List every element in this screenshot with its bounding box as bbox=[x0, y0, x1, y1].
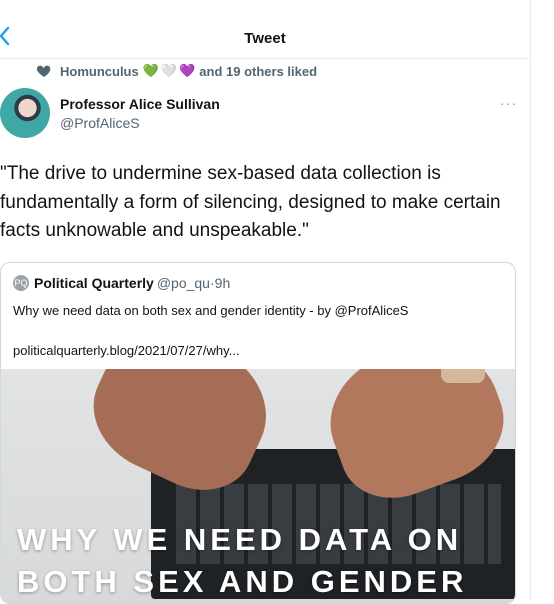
more-options-icon[interactable]: ··· bbox=[500, 95, 517, 111]
purple-heart-emoji: 💜 bbox=[179, 63, 196, 78]
quoted-tweet-card[interactable]: PQ Political Quarterly @po_qu · 9h Why w… bbox=[0, 262, 516, 604]
quoted-author-name: Political Quarterly bbox=[34, 275, 154, 291]
top-bar: Tweet bbox=[0, 0, 530, 59]
image-headline: WHY WE NEED DATA ON BOTH SEX AND GENDER bbox=[17, 519, 467, 603]
liked-others-text: and 19 others liked bbox=[199, 63, 318, 79]
tweet-text: "The drive to undermine sex-based data c… bbox=[0, 163, 501, 241]
heart-icon bbox=[36, 65, 51, 77]
social-context[interactable]: Homunculus 💚 🤍 💜 and 19 others liked bbox=[36, 62, 317, 80]
author-name[interactable]: Professor Alice Sullivan bbox=[60, 96, 220, 112]
image-headline-line-2: BOTH SEX AND GENDER bbox=[17, 564, 468, 599]
watch-illustration bbox=[441, 369, 485, 383]
quoted-header: PQ Political Quarterly @po_qu · 9h bbox=[13, 275, 230, 291]
quoted-author-handle: @po_qu bbox=[156, 275, 210, 291]
quoted-link[interactable]: politicalquarterly.blog/2021/07/27/why..… bbox=[13, 343, 239, 358]
right-column-divider bbox=[530, 0, 531, 600]
avatar[interactable] bbox=[0, 88, 50, 138]
quoted-text: Why we need data on both sex and gender … bbox=[13, 303, 409, 318]
green-heart-emoji: 💚 bbox=[142, 63, 159, 78]
quoted-logo-icon: PQ bbox=[13, 275, 29, 291]
image-headline-line-1: WHY WE NEED DATA ON bbox=[17, 522, 463, 557]
quoted-timestamp: 9h bbox=[214, 275, 231, 291]
white-heart-emoji: 🤍 bbox=[160, 63, 178, 78]
author-handle[interactable]: @ProfAliceS bbox=[60, 115, 140, 131]
liker-name: Homunculus bbox=[60, 63, 139, 79]
quoted-image[interactable]: WHY WE NEED DATA ON BOTH SEX AND GENDER bbox=[1, 369, 515, 603]
page-title: Tweet bbox=[244, 30, 286, 47]
